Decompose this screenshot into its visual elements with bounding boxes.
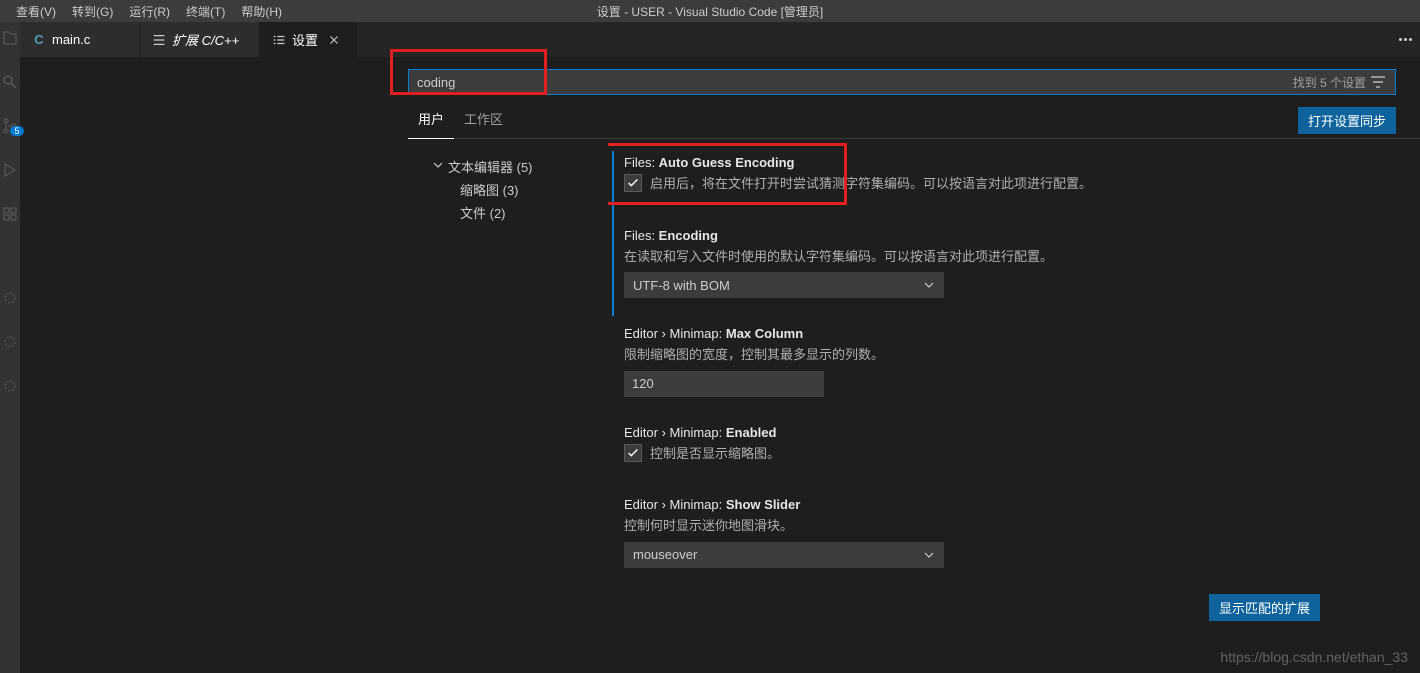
chevron-down-icon <box>923 279 935 291</box>
menu-run[interactable]: 运行(R) <box>121 1 178 22</box>
settings-list: Files: Auto Guess Encoding 启用后，将在文件打开时尝试… <box>608 139 1420 673</box>
show-slider-select[interactable]: mouseover <box>624 542 944 568</box>
show-matching-extensions-button[interactable]: 显示匹配的扩展 <box>1209 594 1320 621</box>
c-file-icon: C <box>32 33 46 47</box>
explorer-icon[interactable] <box>2 30 18 46</box>
menu-terminal[interactable]: 终端(T) <box>178 1 233 22</box>
checkbox[interactable] <box>624 444 642 462</box>
settings-search-input[interactable] <box>408 69 1396 95</box>
tab-label: 扩展 C/C++ <box>172 30 239 49</box>
setting-title: Files: Auto Guess Encoding <box>624 155 1396 170</box>
toc-files[interactable]: 文件 (2) <box>432 201 608 224</box>
checkbox[interactable] <box>624 174 642 192</box>
tab-label: 设置 <box>292 30 318 49</box>
setting-files-encoding: Files: Encoding 在读取和写入文件时使用的默认字符集编码。可以按语… <box>612 218 1420 317</box>
more-actions-icon[interactable] <box>1399 38 1412 41</box>
tab-settings[interactable]: 设置 <box>260 22 357 57</box>
activity-extra-3-icon[interactable] <box>2 378 18 394</box>
setting-minimap-show-slider: Editor › Minimap: Show Slider 控制何时显示迷你地图… <box>612 487 1420 586</box>
scope-workspace-tab[interactable]: 工作区 <box>454 103 513 138</box>
tab-extension-c-cpp[interactable]: 扩展 C/C++ <box>140 22 260 57</box>
activity-extra-1-icon[interactable] <box>2 290 18 306</box>
setting-description: 控制何时显示迷你地图滑块。 <box>624 516 1396 536</box>
setting-description: 控制是否显示缩略图。 <box>650 444 780 464</box>
list-icon <box>152 33 166 47</box>
title-bar: 查看(V) 转到(G) 运行(R) 终端(T) 帮助(H) 设置 - USER … <box>0 0 1420 22</box>
settings-list-icon <box>272 33 286 47</box>
menu-help[interactable]: 帮助(H) <box>233 1 290 22</box>
search-result-count: 找到 5 个设置 <box>1293 74 1366 91</box>
setting-auto-guess-encoding: Files: Auto Guess Encoding 启用后，将在文件打开时尝试… <box>612 151 1420 218</box>
watermark: https://blog.csdn.net/ethan_33 <box>1220 649 1408 665</box>
tab-main-c[interactable]: C main.c <box>20 22 140 57</box>
setting-description: 在读取和写入文件时使用的默认字符集编码。可以按语言对此项进行配置。 <box>624 247 1396 267</box>
filter-icon[interactable] <box>1370 74 1386 93</box>
search-icon[interactable] <box>2 74 18 90</box>
max-column-input[interactable] <box>624 371 824 397</box>
activity-extra-2-icon[interactable] <box>2 334 18 350</box>
toc-text-editor[interactable]: 文本编辑器 (5) <box>432 155 608 178</box>
extensions-icon[interactable] <box>2 206 18 222</box>
setting-description: 启用后，将在文件打开时尝试猜测字符集编码。可以按语言对此项进行配置。 <box>650 174 1092 194</box>
open-settings-sync-button[interactable]: 打开设置同步 <box>1298 107 1396 134</box>
toc-label: 文本编辑器 (5) <box>448 157 533 176</box>
settings-toc: 文本编辑器 (5) 缩略图 (3) 文件 (2) <box>408 139 608 673</box>
setting-title: Editor › Minimap: Show Slider <box>624 497 1396 512</box>
setting-title: Editor › Minimap: Max Column <box>624 326 1396 341</box>
select-value: UTF-8 with BOM <box>633 278 730 293</box>
setting-title: Editor › Minimap: Enabled <box>624 425 1396 440</box>
menu-view[interactable]: 查看(V) <box>8 1 64 22</box>
activity-bar: 5 <box>0 22 20 673</box>
select-value: mouseover <box>633 547 697 562</box>
setting-title: Files: Encoding <box>624 228 1396 243</box>
chevron-down-icon <box>432 159 444 174</box>
close-icon[interactable] <box>324 30 344 50</box>
setting-minimap-max-column: Editor › Minimap: Max Column 限制缩略图的宽度，控制… <box>612 316 1420 415</box>
setting-minimap-enabled: Editor › Minimap: Enabled 控制是否显示缩略图。 <box>612 415 1420 488</box>
scope-user-tab[interactable]: 用户 <box>408 103 454 139</box>
menu-bar: 查看(V) 转到(G) 运行(R) 终端(T) 帮助(H) <box>0 1 290 22</box>
debug-icon[interactable] <box>2 162 18 178</box>
toc-minimap[interactable]: 缩略图 (3) <box>432 178 608 201</box>
window-title: 设置 - USER - Visual Studio Code [管理员] <box>597 3 824 20</box>
tab-bar: C main.c 扩展 C/C++ 设置 <box>20 22 1420 57</box>
setting-description: 限制缩略图的宽度，控制其最多显示的列数。 <box>624 345 1396 365</box>
menu-goto[interactable]: 转到(G) <box>64 1 121 22</box>
chevron-down-icon <box>923 549 935 561</box>
tab-label: main.c <box>52 32 90 47</box>
encoding-select[interactable]: UTF-8 with BOM <box>624 272 944 298</box>
